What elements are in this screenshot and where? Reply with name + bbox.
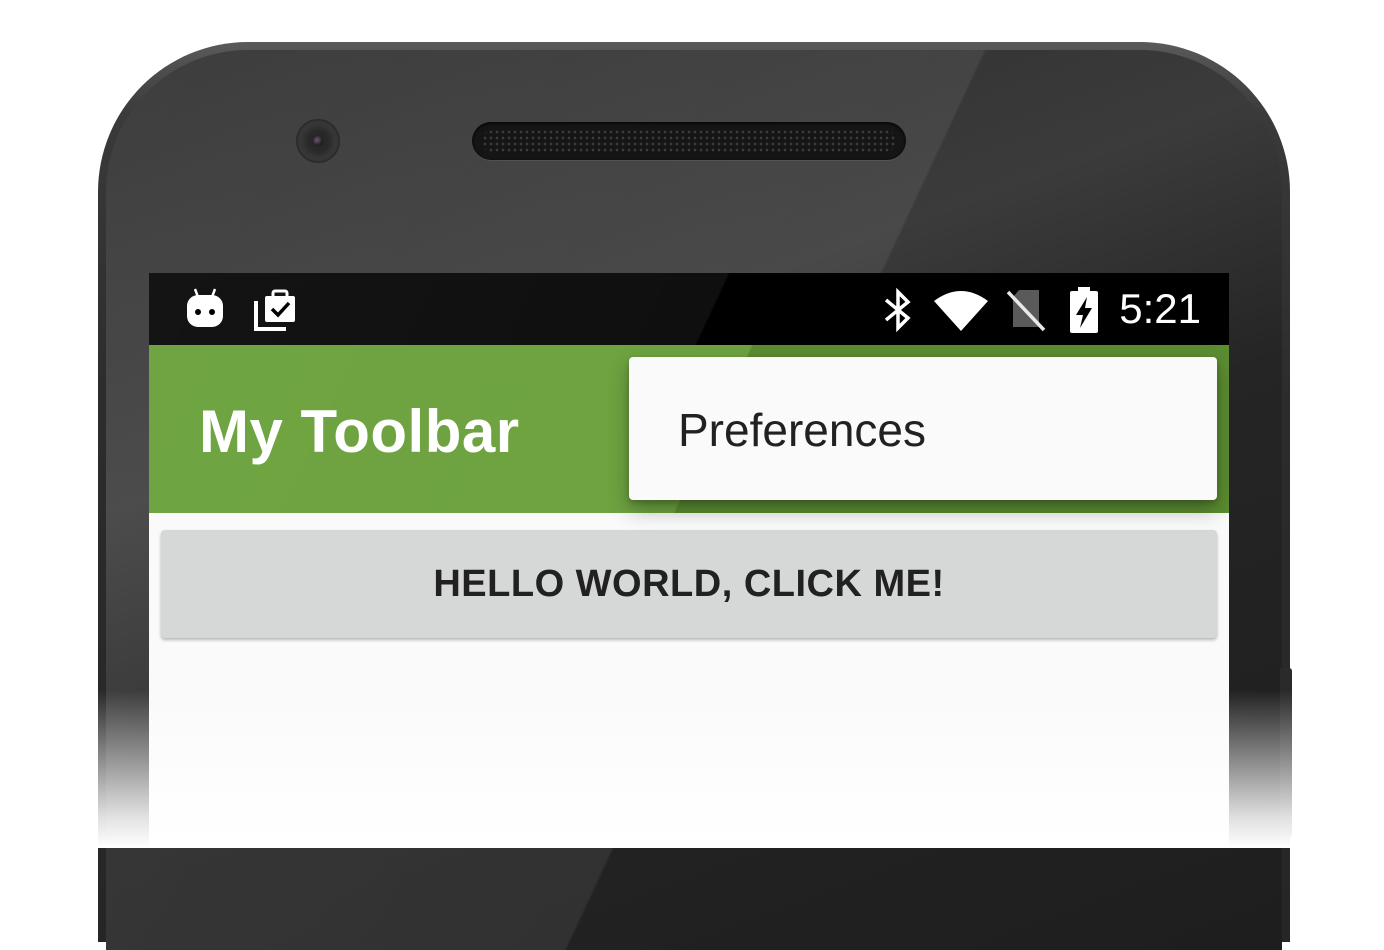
no-sim-icon <box>1005 287 1047 338</box>
toolbar-title: My Toolbar <box>199 398 520 465</box>
clipboard-check-icon <box>253 287 299 338</box>
screen: 5:21 My Toolbar HELLO WORLD, CLICK ME! P… <box>149 273 1229 848</box>
android-debug-icon <box>185 287 225 336</box>
phone-side-button <box>1280 668 1292 838</box>
status-bar: 5:21 <box>149 273 1229 345</box>
menu-item-preferences[interactable]: Preferences <box>629 357 1217 500</box>
status-time: 5:21 <box>1119 285 1201 332</box>
overflow-menu-popup: Preferences <box>629 357 1217 500</box>
earpiece-speaker <box>472 122 906 160</box>
battery-charging-icon <box>1067 287 1101 340</box>
hello-world-button-label: HELLO WORLD, CLICK ME! <box>433 562 945 605</box>
bluetooth-icon <box>881 287 915 338</box>
menu-item-label: Preferences <box>678 404 927 456</box>
front-camera <box>296 119 340 163</box>
hello-world-button[interactable]: HELLO WORLD, CLICK ME! <box>161 530 1217 638</box>
wifi-icon <box>933 289 989 336</box>
